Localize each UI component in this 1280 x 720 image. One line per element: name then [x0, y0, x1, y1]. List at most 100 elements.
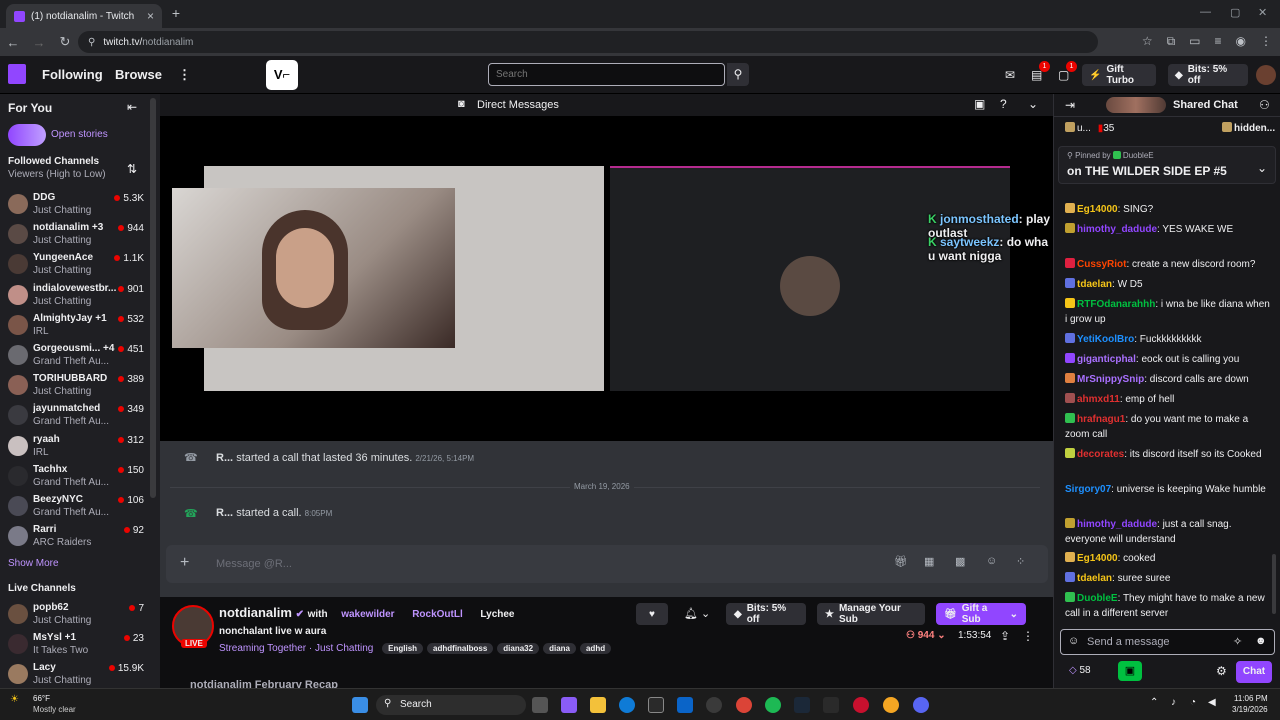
profile-icon[interactable]: ◉ [1236, 34, 1246, 49]
chat-username[interactable]: Eg14000 [1077, 204, 1118, 215]
emote-picker-icon[interactable]: ☻ [1255, 635, 1267, 647]
gift-icon[interactable]: 🎁︎ [894, 555, 908, 568]
sidebar-channel-item[interactable]: Lacy Just Chatting 15.9K [0, 659, 150, 688]
settings-app-icon[interactable] [706, 697, 722, 713]
sidebar-channel-item[interactable]: BeezyNYC Grand Theft Au... 106 [0, 491, 150, 521]
discord-icon[interactable] [913, 697, 929, 713]
copilot-icon[interactable] [561, 697, 577, 713]
chat-username[interactable]: hrafnagu1 [1077, 414, 1125, 425]
notification-bell-icon[interactable]: 🔔︎ ⌄ [684, 607, 710, 620]
edge-icon[interactable] [619, 697, 635, 713]
bookmark-star-icon[interactable]: ☆ [1142, 34, 1153, 49]
open-stories-link[interactable]: Open stories [51, 129, 108, 140]
collab-3[interactable]: Lychee [480, 609, 514, 620]
category-link[interactable]: Just Chatting [315, 643, 373, 654]
opera-icon[interactable] [853, 697, 869, 713]
tag[interactable]: adhd [579, 643, 612, 654]
sidebar-channel-item[interactable]: notdianalim +3 Just Chatting 944 [0, 219, 150, 249]
chat-username[interactable]: Eg14000 [1077, 553, 1118, 564]
close-tab-icon[interactable]: × [147, 9, 154, 23]
add-attachment-icon[interactable]: + [180, 554, 189, 572]
twitch-logo-icon[interactable] [8, 64, 26, 84]
following-link[interactable]: Following [42, 67, 103, 82]
sidebar-channel-item[interactable]: MsYsl +1 It Takes Two 23 [0, 629, 150, 659]
chat-settings-icon[interactable]: ⚙ [1216, 664, 1227, 678]
clock-time[interactable]: 11:06 PM [1234, 694, 1268, 703]
gift-turbo-button[interactable]: ⚡ Gift Turbo [1082, 64, 1156, 86]
reading-list-icon[interactable]: ≡ [1215, 34, 1222, 49]
mail-icon[interactable] [677, 697, 693, 713]
more-options-icon[interactable]: ⋮ [1022, 629, 1034, 643]
help-icon[interactable]: ? [1000, 97, 1007, 111]
chat-username[interactable]: ahmxd11 [1077, 394, 1120, 405]
sidebar-channel-item[interactable]: TORIHUBBARD Just Chatting 389 [0, 370, 150, 400]
streamer-name[interactable]: notdianalim [219, 605, 292, 620]
spotify-icon[interactable] [765, 697, 781, 713]
collapse-chat-icon[interactable]: ⇥ [1065, 98, 1075, 112]
sidebar-channel-item[interactable]: Gorgeousmi... +4 Grand Theft Au... 451 [0, 340, 150, 370]
new-tab-button[interactable]: + [168, 6, 184, 22]
sidebar-channel-item[interactable]: popb62 Just Chatting 7 [0, 599, 150, 629]
sidebar-channel-item[interactable]: AlmightyJay +1 IRL 532 [0, 310, 150, 340]
tray-chevron-icon[interactable]: ⌃ [1150, 697, 1158, 708]
extensions-icon[interactable]: ⧉ [1167, 34, 1176, 49]
minimize-icon[interactable]: — [1200, 6, 1211, 18]
leaderboard-2[interactable]: hidden... [1222, 122, 1275, 134]
collab-1[interactable]: wakewilder [341, 609, 394, 620]
clock-date[interactable]: 3/19/2026 [1232, 705, 1268, 714]
chat-input[interactable]: ☺ Send a message ✧ ☻ [1060, 629, 1275, 655]
tag[interactable]: diana [543, 643, 576, 654]
streaming-together-link[interactable]: Streaming Together [219, 643, 306, 654]
emote-icon[interactable]: ☺ [1068, 635, 1079, 647]
gif-icon[interactable]: ▦ [924, 555, 934, 568]
chat-send-button[interactable]: Chat [1236, 661, 1272, 683]
manage-sub-button[interactable]: ★ Manage Your Sub [817, 603, 925, 625]
volume-icon[interactable]: ◀ [1208, 697, 1216, 708]
chat-username[interactable]: tdaelan [1077, 573, 1112, 584]
steam-icon[interactable] [794, 697, 810, 713]
apps-icon[interactable]: ⁘ [1016, 555, 1025, 568]
xbox-icon[interactable] [823, 697, 839, 713]
chrome-menu-icon[interactable]: ⋮ [1260, 34, 1272, 49]
chat-username[interactable]: giganticphal [1077, 354, 1136, 365]
sidebar-channel-item[interactable]: jayunmatched Grand Theft Au... 349 [0, 400, 150, 430]
emoji-icon[interactable]: ☺ [986, 555, 997, 567]
collapse-dm-icon[interactable]: ⌄ [1028, 97, 1038, 111]
sidebar-channel-item[interactable]: Tachhx Grand Theft Au... 150 [0, 461, 150, 491]
follow-heart-button[interactable]: ♥ [636, 603, 668, 625]
collapse-sidebar-icon[interactable]: ⇤ [127, 100, 137, 114]
call-video-tile-2[interactable] [610, 166, 1010, 391]
chat-username[interactable]: DuobleE [1077, 593, 1118, 604]
chat-username[interactable]: himothy_dadude [1077, 224, 1157, 235]
close-window-icon[interactable]: ✕ [1258, 6, 1267, 19]
start-icon[interactable] [352, 697, 368, 713]
sidebar-channel-item[interactable]: Rarri ARC Raiders 92 [0, 521, 150, 551]
bits-button[interactable]: ◆ Bits: 5% off [1168, 64, 1248, 86]
tag[interactable]: English [382, 643, 424, 654]
weather-desc[interactable]: Mostly clear [33, 705, 76, 714]
stories-avatars[interactable] [8, 124, 46, 146]
bits-promo-button[interactable]: ◆ Bits: 5% off [726, 603, 806, 625]
call-user-2[interactable]: R... [216, 507, 233, 519]
sort-icon[interactable]: ⇅ [127, 162, 137, 176]
chat-username[interactable]: tdaelan [1077, 279, 1112, 290]
claim-bonus-button[interactable]: ▣ [1118, 661, 1142, 681]
task-view-icon[interactable] [532, 697, 548, 713]
browse-link[interactable]: Browse [115, 67, 162, 82]
sidebar-scrollbar[interactable] [150, 98, 156, 498]
reload-icon[interactable]: ↻ [52, 34, 78, 50]
sidebar-channel-item[interactable]: indialovewestbr... Just Chatting 901 [0, 280, 150, 310]
call-user-1[interactable]: R... [216, 452, 233, 464]
chat-username[interactable]: decorates [1077, 449, 1124, 460]
expand-pin-icon[interactable]: ⌄ [1257, 161, 1267, 175]
cast-icon[interactable]: ▭ [1189, 34, 1200, 49]
extension-logo-icon[interactable]: V⌐ [266, 60, 298, 90]
back-icon[interactable]: ← [0, 35, 26, 50]
chrome-icon[interactable] [736, 697, 752, 713]
store-icon[interactable] [648, 697, 664, 713]
chat-scrollbar[interactable] [1272, 554, 1276, 614]
file-explorer-icon[interactable] [590, 697, 606, 713]
chat-username[interactable]: himothy_dadude [1077, 519, 1157, 530]
message-input[interactable]: Message @R... [216, 558, 292, 570]
forward-icon[interactable]: → [26, 35, 52, 50]
